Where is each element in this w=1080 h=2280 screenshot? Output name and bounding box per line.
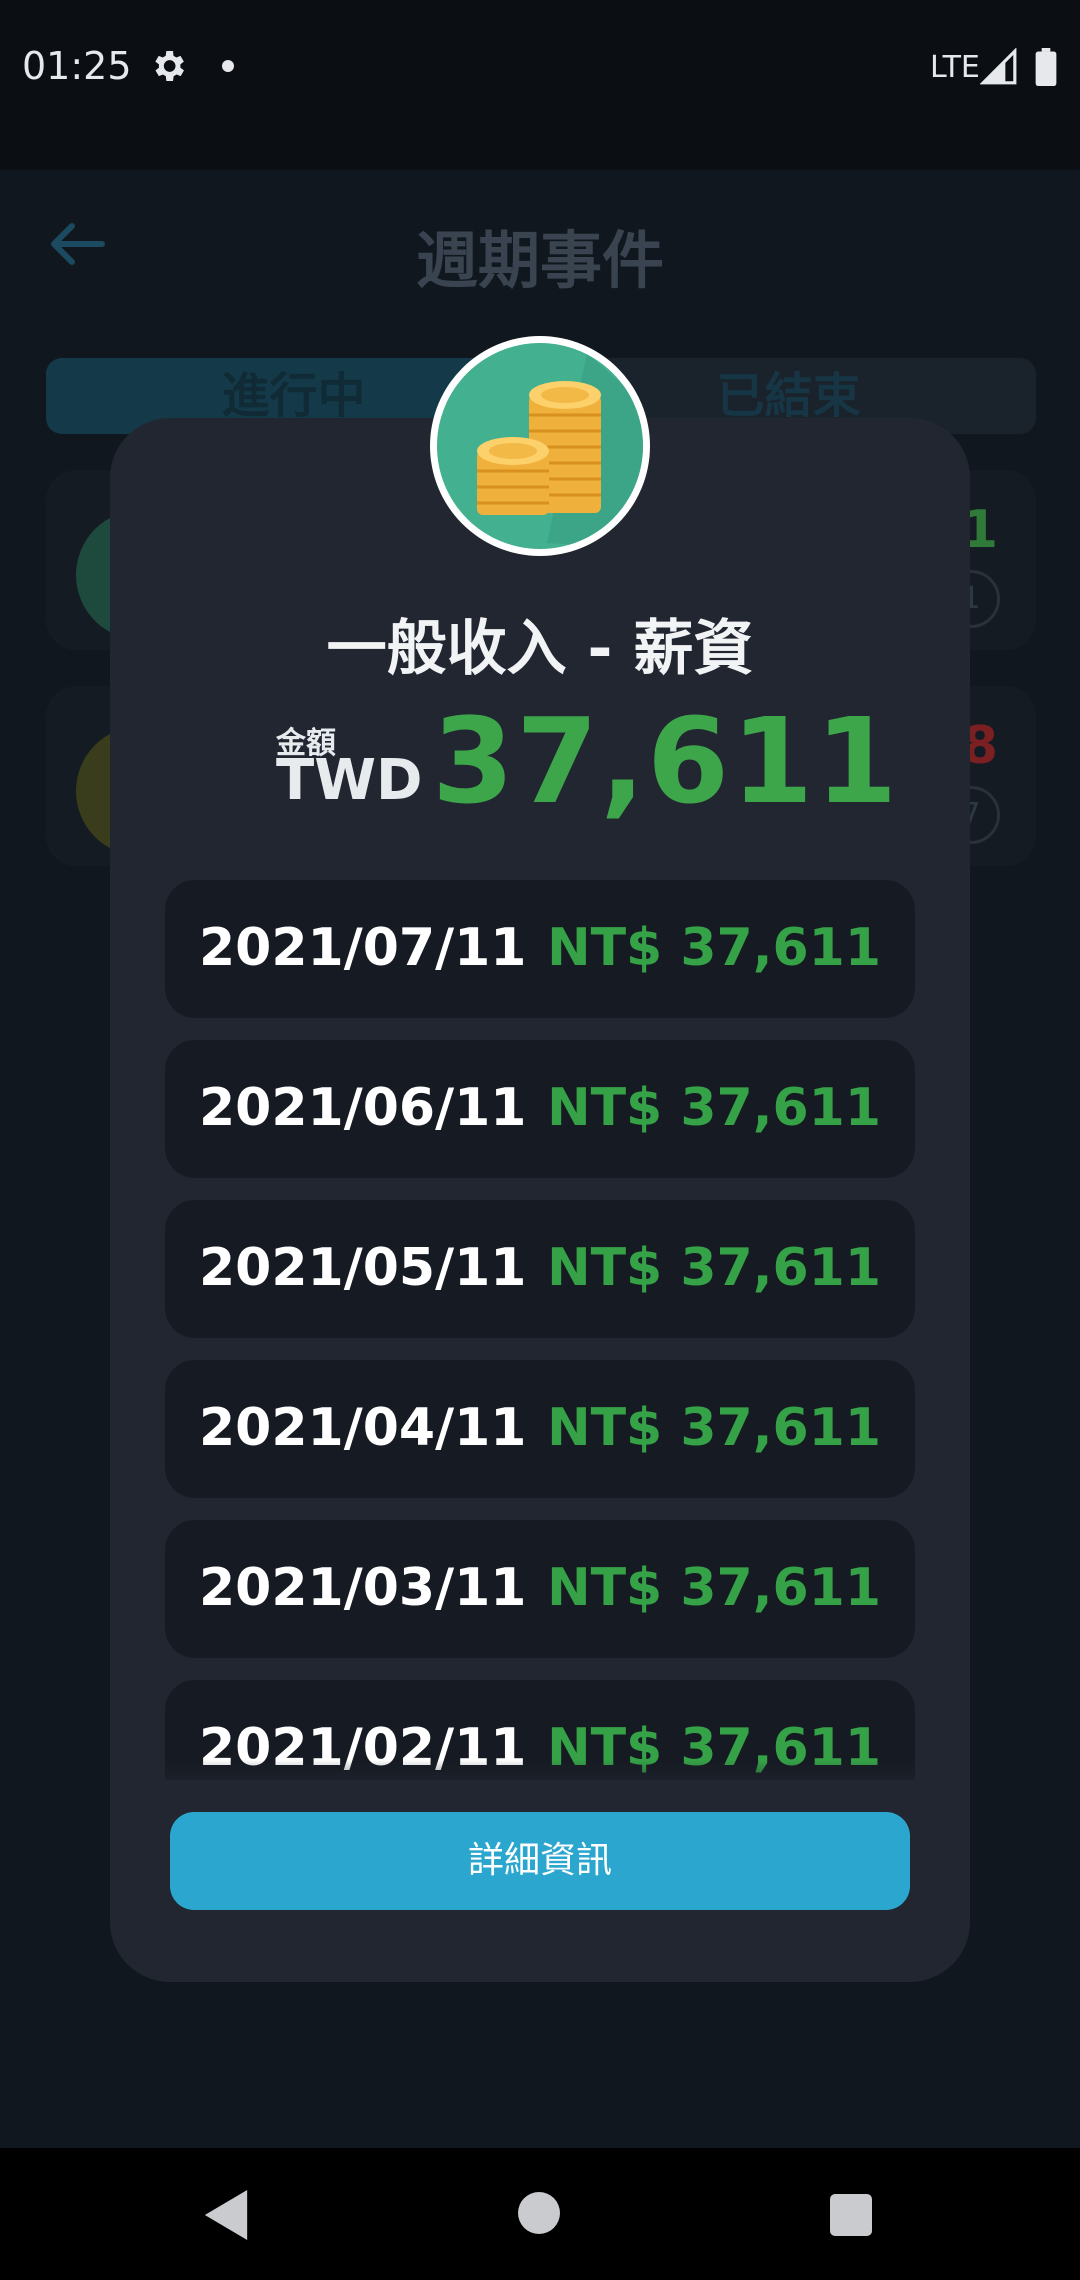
- record-amount: NT$ 37,611: [547, 1398, 881, 1458]
- home-icon[interactable]: [518, 2192, 560, 2234]
- network-type: LTE: [930, 50, 980, 85]
- recents-icon[interactable]: [830, 2194, 872, 2236]
- battery-icon: [1035, 48, 1057, 86]
- gear-icon: [155, 51, 184, 81]
- back-icon[interactable]: [204, 2190, 248, 2240]
- notification-dot-icon: [222, 60, 234, 72]
- list-item[interactable]: 2021/06/11 NT$ 37,611: [165, 1040, 915, 1178]
- record-date: 2021/05/11: [199, 1238, 527, 1298]
- list-item[interactable]: 2021/03/11 NT$ 37,611: [165, 1520, 915, 1658]
- list-item[interactable]: 2021/05/11 NT$ 37,611: [165, 1200, 915, 1338]
- status-bar: 01:25 LTE: [0, 0, 1080, 170]
- navigation-bar: [0, 2148, 1080, 2280]
- amount-currency: TWD: [276, 748, 423, 813]
- record-amount: NT$ 37,611: [547, 918, 881, 978]
- record-amount: NT$ 37,611: [547, 1078, 881, 1138]
- record-date: 2021/07/11: [199, 918, 527, 978]
- list-item[interactable]: 2021/07/11 NT$ 37,611: [165, 880, 915, 1018]
- coin-stack-icon: [430, 336, 650, 556]
- signal-icon: [980, 48, 1017, 85]
- record-amount: NT$ 37,611: [547, 1238, 881, 1298]
- record-date: 2021/04/11: [199, 1398, 527, 1458]
- record-date: 2021/03/11: [199, 1558, 527, 1618]
- status-time: 01:25: [22, 44, 132, 88]
- page-title: 週期事件: [415, 224, 664, 297]
- detail-info-button[interactable]: 詳細資訊: [170, 1812, 910, 1910]
- records-list[interactable]: 2021/07/11 NT$ 37,611 2021/06/11 NT$ 37,…: [165, 880, 915, 1780]
- list-fade: [165, 1760, 915, 1800]
- record-date: 2021/06/11: [199, 1078, 527, 1138]
- dialog-title: 一般收入 - 薪資: [326, 614, 754, 684]
- amount-value: 37,611: [432, 692, 900, 830]
- list-item[interactable]: 2021/04/11 NT$ 37,611: [165, 1360, 915, 1498]
- record-amount: NT$ 37,611: [547, 1558, 881, 1618]
